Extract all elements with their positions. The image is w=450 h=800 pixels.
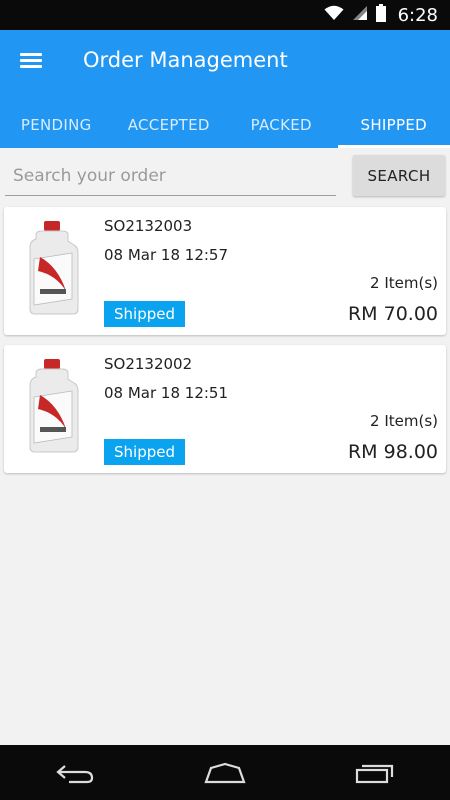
order-total: RM 98.00 bbox=[347, 441, 438, 463]
status-badge: Shipped bbox=[104, 439, 185, 465]
back-icon[interactable] bbox=[45, 753, 105, 793]
search-button[interactable]: SEARCH bbox=[353, 155, 445, 196]
order-status-tabs: PENDING ACCEPTED PACKED SHIPPED bbox=[0, 102, 450, 148]
system-nav-bar bbox=[0, 745, 450, 800]
tab-pending[interactable]: PENDING bbox=[0, 102, 113, 148]
order-date: 08 Mar 18 12:57 bbox=[104, 246, 229, 264]
menu-icon[interactable] bbox=[20, 50, 46, 72]
battery-icon bbox=[375, 4, 386, 26]
app-bar: Order Management PENDING ACCEPTED PACKED… bbox=[0, 30, 450, 148]
item-count: 2 Item(s) bbox=[370, 412, 438, 430]
search-input[interactable] bbox=[5, 156, 336, 196]
tab-shipped[interactable]: SHIPPED bbox=[337, 102, 450, 148]
oil-bottle-icon bbox=[22, 219, 84, 317]
tab-accepted[interactable]: ACCEPTED bbox=[113, 102, 226, 148]
page-title: Order Management bbox=[83, 48, 288, 72]
search-row: SEARCH bbox=[0, 148, 450, 203]
order-card[interactable]: SO2132002 08 Mar 18 12:51 2 Item(s) Ship… bbox=[4, 345, 446, 473]
status-badge: Shipped bbox=[104, 301, 185, 327]
order-date: 08 Mar 18 12:51 bbox=[104, 384, 229, 402]
home-icon[interactable] bbox=[195, 753, 255, 793]
recent-apps-icon[interactable] bbox=[345, 753, 405, 793]
order-list: SO2132003 08 Mar 18 12:57 2 Item(s) Ship… bbox=[4, 207, 446, 483]
tab-packed[interactable]: PACKED bbox=[225, 102, 338, 148]
order-total: RM 70.00 bbox=[347, 303, 438, 325]
wifi-icon bbox=[324, 5, 344, 25]
item-count: 2 Item(s) bbox=[370, 274, 438, 292]
signal-icon bbox=[352, 5, 368, 25]
order-id: SO2132003 bbox=[104, 217, 193, 235]
oil-bottle-icon bbox=[22, 357, 84, 455]
order-card[interactable]: SO2132003 08 Mar 18 12:57 2 Item(s) Ship… bbox=[4, 207, 446, 335]
status-time: 6:28 bbox=[397, 4, 438, 26]
order-id: SO2132002 bbox=[104, 355, 193, 373]
status-bar: 6:28 bbox=[0, 0, 450, 30]
